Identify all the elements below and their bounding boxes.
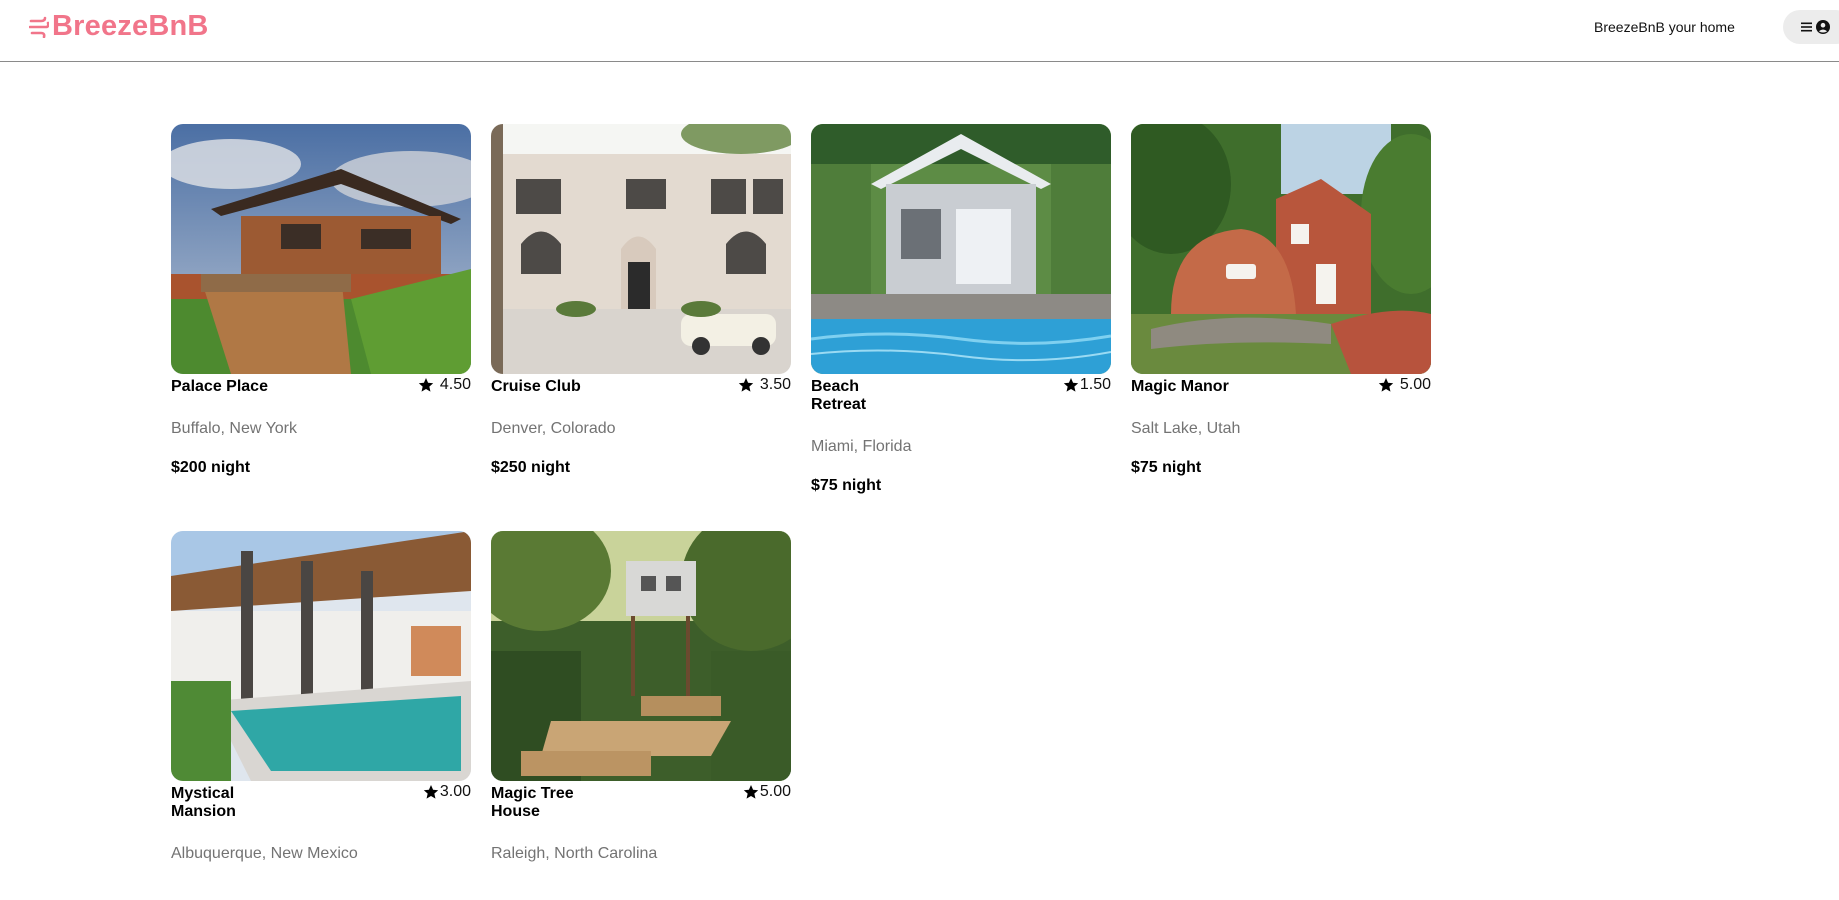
listing-price: $200 night	[171, 459, 251, 476]
listing-card[interactable]: Magic Manor 5.00 Salt Lake, Utah $75 nig…	[1131, 124, 1431, 495]
listing-location: Albuquerque, New Mexico	[171, 845, 358, 862]
star-icon	[743, 785, 759, 799]
listing-name: Cruise Club	[491, 378, 581, 395]
rating-value: 1.50	[1079, 376, 1111, 393]
listing-name: Magic Manor	[1131, 378, 1229, 395]
listing-location: Miami, Florida	[811, 438, 912, 455]
rating-value: 4.50	[439, 376, 471, 393]
star-icon	[423, 785, 439, 799]
listing-name: Beach Retreat	[811, 378, 867, 413]
star-icon	[738, 378, 754, 392]
listing-photo[interactable]	[171, 124, 471, 374]
listing-location: Salt Lake, Utah	[1131, 420, 1241, 437]
brand-logo[interactable]: BreezeBnB	[29, 10, 209, 43]
top-nav: BreezeBnB BreezeBnB your home	[0, 0, 1839, 62]
listing-photo[interactable]	[811, 124, 1111, 374]
listing-photo[interactable]	[171, 531, 471, 781]
listing-name: Mystical Mansion	[171, 785, 236, 820]
listing-rating: 1.50	[1063, 376, 1111, 394]
listing-name: Palace Place	[171, 378, 268, 395]
listing-card[interactable]: Magic Tree House 5.00 Raleigh, North Car…	[491, 531, 791, 863]
listing-price: $75 night	[811, 477, 882, 494]
rating-value: 5.00	[759, 783, 791, 800]
wind-icon	[29, 16, 49, 38]
rating-value: 3.50	[759, 376, 791, 393]
rating-value: 5.00	[1399, 376, 1431, 393]
listing-location: Buffalo, New York	[171, 420, 298, 437]
listing-rating: 3.00	[423, 783, 471, 801]
listing-card[interactable]: Cruise Club 3.50 Denver, Colorado $250 n…	[491, 124, 791, 495]
logo-text: BreezeBnB	[52, 10, 209, 42]
hamburger-icon	[1801, 22, 1812, 32]
profile-menu-button[interactable]	[1783, 10, 1839, 44]
listing-photo[interactable]	[491, 531, 791, 781]
listing-rating: 4.50	[418, 376, 471, 394]
star-icon	[1063, 378, 1079, 392]
listing-card[interactable]: Palace Place 4.50 Buffalo, New York $200…	[171, 124, 471, 495]
star-icon	[418, 378, 434, 392]
listing-name: Magic Tree House	[491, 785, 574, 820]
listing-card[interactable]: Beach Retreat 1.50 Miami, Florida $75 ni…	[811, 124, 1111, 495]
host-link[interactable]: BreezeBnB your home	[1594, 19, 1735, 35]
star-icon	[1378, 378, 1394, 392]
listing-price: $75 night	[1131, 459, 1202, 476]
listing-rating: 5.00	[743, 783, 791, 801]
listing-location: Denver, Colorado	[491, 420, 616, 437]
listing-price: $250 night	[491, 459, 571, 476]
user-circle-icon	[1816, 20, 1830, 34]
listing-location: Raleigh, North Carolina	[491, 845, 658, 862]
rating-value: 3.00	[439, 783, 471, 800]
listing-card[interactable]: Mystical Mansion 3.00 Albuquerque, New M…	[171, 531, 471, 863]
listing-rating: 3.50	[738, 376, 791, 394]
listing-photo[interactable]	[1131, 124, 1431, 374]
listings-grid: Palace Place 4.50 Buffalo, New York $200…	[171, 124, 1431, 863]
listing-rating: 5.00	[1378, 376, 1431, 394]
listing-photo[interactable]	[491, 124, 791, 374]
